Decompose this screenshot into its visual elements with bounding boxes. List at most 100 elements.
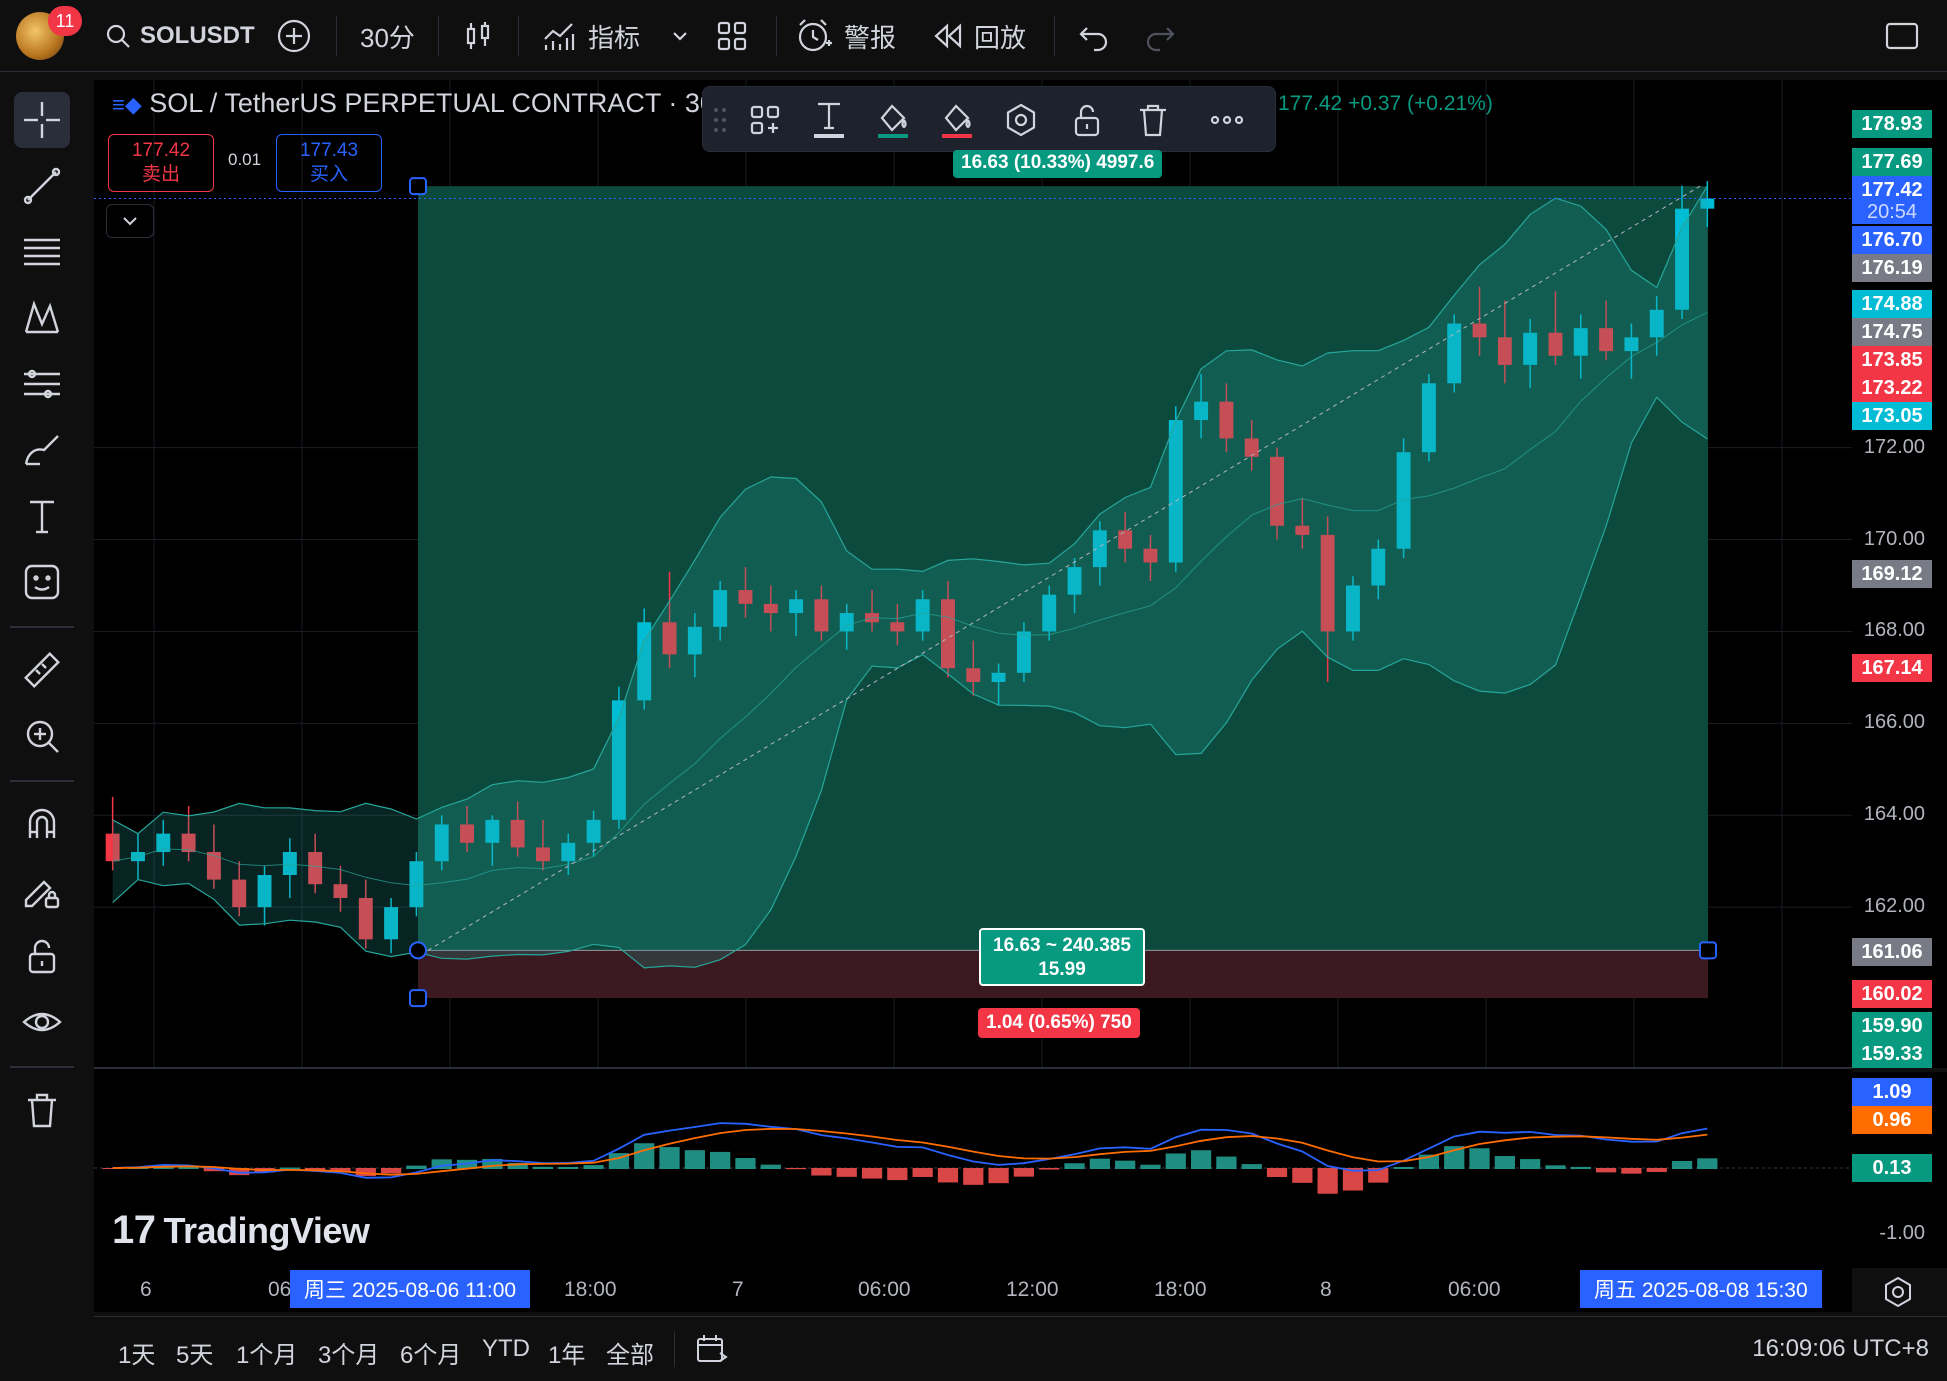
time-label: 18:00: [1154, 1278, 1207, 1301]
forecast-tool[interactable]: [14, 356, 70, 412]
sell-button[interactable]: 177.42 卖出: [108, 134, 214, 192]
alert-button[interactable]: 警报: [796, 0, 896, 72]
brush-tool[interactable]: [14, 422, 70, 478]
macd-histogram-bar: [1013, 1168, 1035, 1177]
drag-handle[interactable]: [707, 95, 733, 145]
macd-tag: 0.13: [1852, 1154, 1932, 1182]
lock-drawing-tool[interactable]: [14, 862, 70, 918]
time-label: 8: [1320, 1278, 1332, 1301]
goto-date-button[interactable]: [694, 1331, 730, 1372]
delete-drawing-button[interactable]: [1129, 95, 1177, 145]
search-icon: [106, 24, 130, 48]
replay-button[interactable]: 回放: [932, 0, 1026, 72]
collapse-legend-button[interactable]: [106, 204, 154, 238]
lock-all-tool[interactable]: [14, 928, 70, 984]
indicators-icon: [544, 23, 575, 50]
price-tag: 160.02: [1852, 980, 1932, 1008]
price-tick: 172.00: [1863, 435, 1925, 458]
redo-button[interactable]: [1144, 0, 1176, 72]
price-tag: 169.12: [1852, 560, 1932, 588]
position-handle[interactable]: [409, 177, 427, 196]
compare-add-button[interactable]: [276, 0, 312, 72]
position-summary-label[interactable]: 16.63 ~ 240.385 15.99: [979, 928, 1145, 986]
ruler-icon: [24, 652, 60, 688]
hide-drawings-tool[interactable]: [14, 994, 70, 1050]
range-1d-button[interactable]: 1天: [118, 1335, 155, 1370]
macd-histogram-bar: [836, 1168, 857, 1177]
more-options-button[interactable]: [1203, 95, 1251, 145]
indicators-dropdown[interactable]: [670, 0, 690, 72]
position-handle[interactable]: [1699, 941, 1717, 960]
position-summary-line1: 16.63 ~ 240.385: [993, 935, 1131, 956]
price-tick: 162.00: [1863, 895, 1925, 918]
indicators-button[interactable]: 指标: [542, 0, 640, 72]
time-label: 06:00: [1448, 1278, 1501, 1301]
pattern-icon: [24, 300, 60, 334]
position-handle[interactable]: [409, 989, 427, 1008]
range-1m-button[interactable]: 1个月: [236, 1335, 297, 1370]
symbol-search-button[interactable]: SOLUSDT: [104, 0, 255, 72]
range-ytd-button[interactable]: YTD: [482, 1335, 530, 1363]
tradingview-logo: 17 TradingView: [112, 1208, 370, 1253]
chart-settings-button[interactable]: [1880, 1274, 1916, 1310]
layout-button[interactable]: [716, 0, 748, 72]
tv-logo-icon: 17: [112, 1208, 156, 1252]
template-icon: [750, 105, 780, 135]
fill-color-button[interactable]: [869, 95, 917, 145]
fullscreen-button[interactable]: [1884, 0, 1920, 72]
undo-button[interactable]: [1078, 0, 1110, 72]
paint-bucket-icon: [942, 104, 972, 138]
range-all-button[interactable]: 全部: [606, 1335, 654, 1370]
interval-button[interactable]: 30分: [360, 0, 415, 72]
pattern-tool[interactable]: [14, 290, 70, 346]
range-3m-button[interactable]: 3个月: [318, 1335, 379, 1370]
templates-button[interactable]: [741, 95, 789, 145]
gear-icon: [1885, 1276, 1911, 1308]
range-start-highlight: 周三 2025-08-06 11:00: [290, 1270, 531, 1308]
price-tag: 176.19: [1852, 254, 1932, 282]
price-axis[interactable]: 172.00 170.00 168.00 166.00 164.00 162.00 178.…: [1852, 80, 1947, 1068]
time-label: 6: [140, 1278, 152, 1301]
unlock-icon: [28, 939, 56, 974]
lock-drawing-button[interactable]: [1063, 95, 1111, 145]
macd-histogram-bar: [1089, 1158, 1110, 1169]
spread-value: 0.01: [228, 150, 262, 169]
range-6m-button[interactable]: 6个月: [400, 1335, 461, 1370]
price-tag: 20:54: [1852, 200, 1932, 224]
text-tool[interactable]: [14, 488, 70, 544]
remove-drawings-tool[interactable]: [14, 1082, 70, 1138]
trend-line-tool[interactable]: [14, 158, 70, 214]
time-axis[interactable]: 6 06 周三 2025-08-06 11:00 18:00 7 06:00 1…: [94, 1268, 1852, 1312]
settings-button[interactable]: [997, 95, 1045, 145]
zoom-tool[interactable]: [14, 708, 70, 764]
time-label: 06: [268, 1278, 292, 1301]
price-chart[interactable]: [94, 80, 1852, 1268]
symbol-title[interactable]: ≡◆ SOL / TetherUS PERPETUAL CONTRACT · 3…: [112, 88, 731, 119]
bottom-toolbar: 1天 5天 1个月 3个月 6个月 YTD 1年 全部 16:09:06 UTC…: [94, 1316, 1947, 1381]
crosshair-tool[interactable]: [14, 92, 70, 148]
chart-type-button[interactable]: [462, 0, 494, 72]
chart-pane[interactable]: [94, 80, 1852, 1268]
buy-label: 买入: [309, 164, 348, 185]
magnet-tool[interactable]: [14, 796, 70, 852]
clock[interactable]: 16:09:06 UTC+8: [1752, 1335, 1929, 1363]
text-style-button[interactable]: [805, 95, 853, 145]
buy-button[interactable]: 177.43 买入: [276, 134, 382, 192]
time-label: 18:00: [564, 1278, 617, 1301]
emoji-tool[interactable]: [14, 554, 70, 610]
macd-histogram-bar: [1494, 1156, 1515, 1169]
position-handle[interactable]: [409, 941, 427, 960]
time-label: 7: [732, 1278, 744, 1301]
measure-tool[interactable]: [14, 642, 70, 698]
macd-axis[interactable]: 1.09 0.96 0.13 -1.00: [1852, 1072, 1947, 1268]
fill-color-secondary-button[interactable]: [933, 95, 981, 145]
trash-icon: [1140, 104, 1166, 137]
macd-histogram-bar: [785, 1168, 807, 1170]
macd-histogram-bar: [659, 1147, 680, 1169]
replay-label: 回放: [974, 22, 1027, 53]
window-icon: [1885, 22, 1919, 50]
grid-layout-icon: [717, 21, 747, 51]
range-1y-button[interactable]: 1年: [548, 1335, 585, 1370]
range-5d-button[interactable]: 5天: [176, 1335, 213, 1370]
fib-tool[interactable]: [14, 224, 70, 280]
